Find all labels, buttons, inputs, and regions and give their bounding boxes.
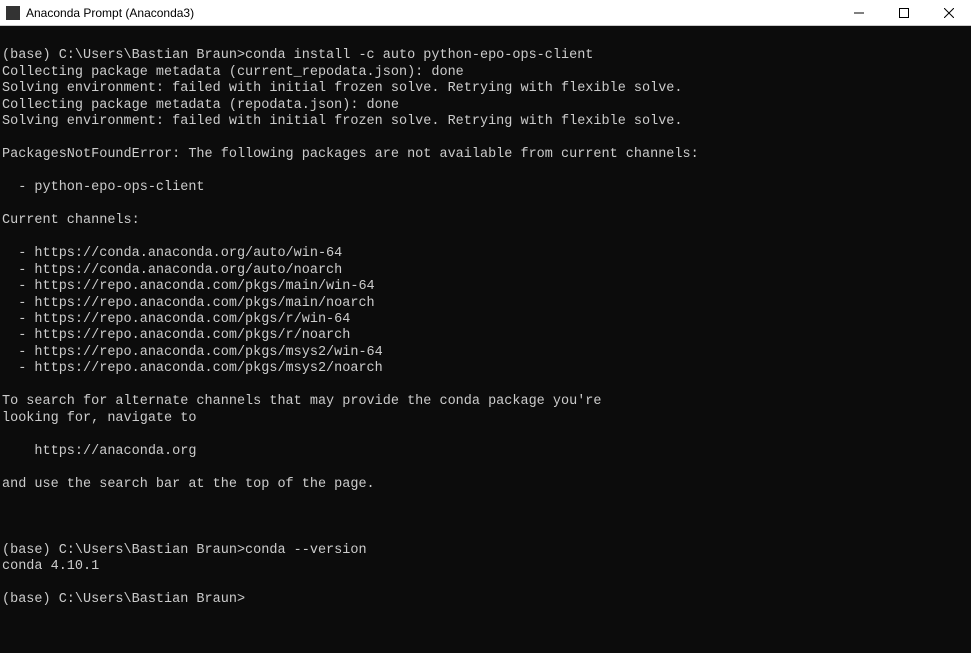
terminal-line: [2, 197, 971, 213]
close-button[interactable]: [926, 0, 971, 25]
terminal-line: - https://repo.anaconda.com/pkgs/r/win-6…: [2, 312, 971, 328]
maximize-button[interactable]: [881, 0, 926, 25]
terminal-line: - https://repo.anaconda.com/pkgs/main/wi…: [2, 279, 971, 295]
terminal-line: Solving environment: failed with initial…: [2, 114, 971, 130]
terminal-line: (base) C:\Users\Bastian Braun>conda inst…: [2, 48, 971, 64]
terminal-line: conda 4.10.1: [2, 559, 971, 575]
terminal-line: - https://conda.anaconda.org/auto/win-64: [2, 246, 971, 262]
terminal-line: [2, 460, 971, 476]
terminal-line: - https://conda.anaconda.org/auto/noarch: [2, 263, 971, 279]
title-bar: Anaconda Prompt (Anaconda3): [0, 0, 971, 26]
terminal-line: https://anaconda.org: [2, 444, 971, 460]
terminal-output[interactable]: (base) C:\Users\Bastian Braun>conda inst…: [0, 26, 971, 653]
window-title: Anaconda Prompt (Anaconda3): [26, 6, 194, 20]
terminal-line: Collecting package metadata (repodata.js…: [2, 98, 971, 114]
terminal-icon: [6, 6, 20, 20]
terminal-line: [2, 164, 971, 180]
terminal-line: [2, 526, 971, 542]
terminal-line: [2, 427, 971, 443]
minimize-button[interactable]: [836, 0, 881, 25]
terminal-line: (base) C:\Users\Bastian Braun>conda --ve…: [2, 543, 971, 559]
terminal-line: Solving environment: failed with initial…: [2, 81, 971, 97]
window-controls: [836, 0, 971, 25]
terminal-line: - https://repo.anaconda.com/pkgs/main/no…: [2, 296, 971, 312]
terminal-line: (base) C:\Users\Bastian Braun>: [2, 592, 971, 608]
terminal-line: - https://repo.anaconda.com/pkgs/r/noarc…: [2, 328, 971, 344]
terminal-line: Current channels:: [2, 213, 971, 229]
terminal-line: - python-epo-ops-client: [2, 180, 971, 196]
terminal-line: [2, 230, 971, 246]
terminal-line: [2, 493, 971, 509]
terminal-line: PackagesNotFoundError: The following pac…: [2, 147, 971, 163]
terminal-line: [2, 131, 971, 147]
terminal-line: looking for, navigate to: [2, 411, 971, 427]
terminal-line: - https://repo.anaconda.com/pkgs/msys2/w…: [2, 345, 971, 361]
title-left: Anaconda Prompt (Anaconda3): [6, 6, 194, 20]
terminal-line: [2, 510, 971, 526]
terminal-line: [2, 575, 971, 591]
terminal-line: - https://repo.anaconda.com/pkgs/msys2/n…: [2, 361, 971, 377]
terminal-line: and use the search bar at the top of the…: [2, 477, 971, 493]
terminal-line: To search for alternate channels that ma…: [2, 394, 971, 410]
terminal-line: [2, 378, 971, 394]
terminal-line: Collecting package metadata (current_rep…: [2, 65, 971, 81]
